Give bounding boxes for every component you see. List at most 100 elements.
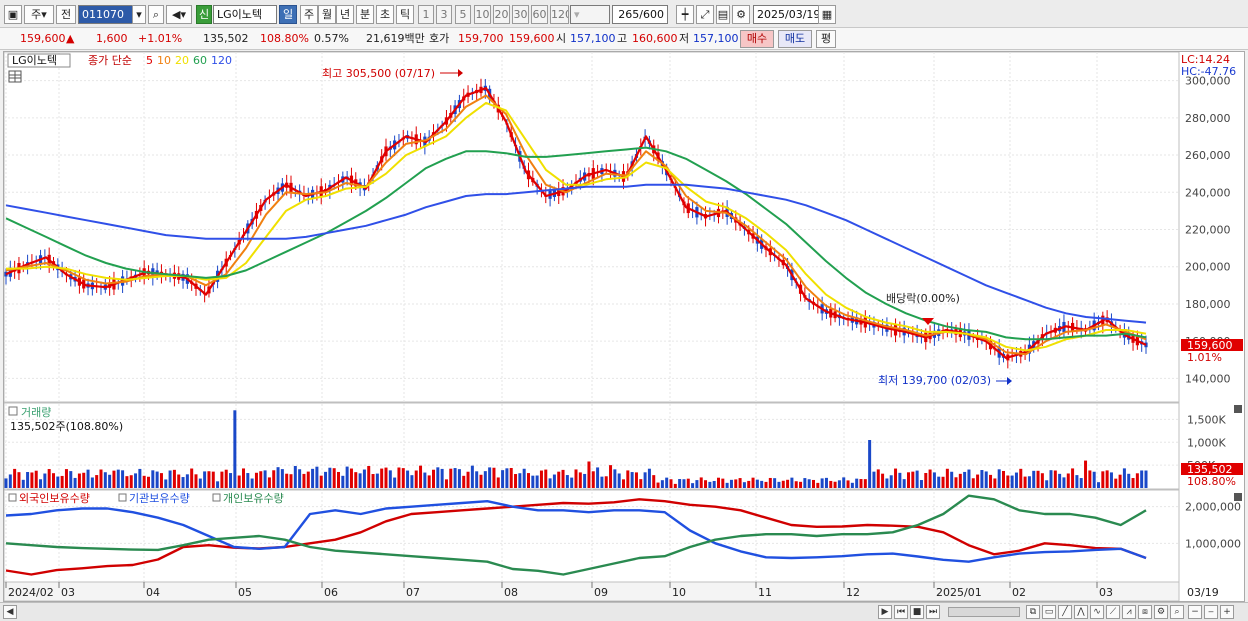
calendar-icon[interactable]: ▦: [818, 5, 836, 24]
zoom-minus-icon[interactable]: ‒: [1204, 605, 1218, 619]
average-button[interactable]: 평: [816, 30, 836, 48]
chart-window: ▣ 주▾ 전 011070 ▾ ⌕ ◀▾ 신 LG이노텍 ▾ 265/600 ┿…: [0, 0, 1248, 621]
open-price: 157,100: [570, 32, 616, 45]
price-y-tick: 200,000: [1185, 261, 1231, 274]
interval-button-20[interactable]: 20: [493, 5, 510, 24]
stop-icon[interactable]: ■: [910, 605, 924, 619]
period-tab-2[interactable]: 월: [318, 5, 336, 24]
window-menu-icon[interactable]: ▣: [4, 5, 22, 24]
x-axis-label: 03: [61, 586, 75, 599]
tool-wave-icon[interactable]: ∿: [1090, 605, 1104, 619]
holding-legend-icon[interactable]: [118, 493, 127, 502]
volume-current-pct: 108.80%: [1187, 475, 1236, 488]
price-y-tick: 240,000: [1185, 186, 1231, 199]
x-axis-label: 08: [504, 586, 518, 599]
high-annotation: 최고 305,500 (07/17): [322, 67, 435, 80]
tool-copy-icon[interactable]: ⧉: [1026, 605, 1040, 619]
ma-legend-20: 20: [175, 54, 189, 67]
buy-button[interactable]: 매수: [740, 30, 774, 48]
interval-button-1[interactable]: 1: [418, 5, 434, 24]
trade-amount: 21,619백만: [366, 32, 425, 45]
bottom-scrollbar[interactable]: ◀ ▶ ⏮ ■ ⏭ ⧉ ▭ ╱ ⋀ ∿ ⟋ ⩘ ⧈ ⚙ ⌕ − ‒ +: [0, 602, 1248, 621]
data-count-field[interactable]: 265/600: [612, 5, 668, 24]
tool-window-icon[interactable]: ▭: [1042, 605, 1056, 619]
code-dropdown-icon[interactable]: ▾: [132, 5, 146, 24]
change-percent: +1.01%: [138, 32, 183, 45]
x-axis-label: 11: [758, 586, 772, 599]
chart-area[interactable]: 1,500K1,000K500K 2,000,0001,000,000 300,…: [3, 51, 1245, 602]
volume-title: 거래량: [21, 406, 51, 419]
interval-button-5[interactable]: 5: [455, 5, 471, 24]
ask-price: 159,700: [458, 32, 504, 45]
tool-search-icon[interactable]: ⌕: [1170, 605, 1184, 619]
volume-panel-icon[interactable]: [8, 406, 18, 416]
save-icon[interactable]: ▤: [716, 5, 730, 24]
dividend-annotation: 배당락(0.00%): [886, 292, 960, 305]
volume-y-tick: 1,500K: [1187, 413, 1226, 426]
sound-icon[interactable]: ◀▾: [166, 5, 192, 24]
price-y-tick: 280,000: [1185, 112, 1231, 125]
turnover-rate: 0.57%: [314, 32, 349, 45]
volume-y-tick: 1,000K: [1187, 436, 1226, 449]
prev-button[interactable]: 전: [56, 5, 76, 24]
tool-settings-icon[interactable]: ⚙: [1154, 605, 1168, 619]
stock-code-input[interactable]: 011070: [78, 5, 136, 24]
tool-compare-icon[interactable]: ⧈: [1138, 605, 1152, 619]
x-axis-label: 07: [406, 586, 420, 599]
volume-close-icon[interactable]: [1234, 405, 1242, 413]
tool-line-icon[interactable]: ╱: [1058, 605, 1072, 619]
period-tab-5[interactable]: 초: [376, 5, 394, 24]
ma-legend-120: 120: [211, 54, 232, 67]
x-axis-label: 2024/02: [8, 586, 54, 599]
holding-legend-label: 기관보유수량: [129, 492, 190, 505]
low-label: 저: [679, 32, 690, 45]
sell-button[interactable]: 매도: [778, 30, 812, 48]
market-selector[interactable]: 주▾: [24, 5, 54, 24]
period-tab-0[interactable]: 일: [279, 5, 297, 24]
date-field[interactable]: 2025/03/19: [753, 5, 819, 24]
bid-price: 159,600: [509, 32, 555, 45]
candle-type-icon[interactable]: ┿: [676, 5, 694, 24]
tool-pattern-icon[interactable]: ⋀: [1074, 605, 1088, 619]
draw-tool-icon[interactable]: ⤢: [696, 5, 714, 24]
price-y-tick: 220,000: [1185, 224, 1231, 237]
interval-input[interactable]: ▾: [570, 5, 610, 24]
count-max: /600: [639, 8, 664, 21]
period-tab-6[interactable]: 틱: [396, 5, 414, 24]
interval-button-30[interactable]: 30: [512, 5, 529, 24]
scroll-track[interactable]: [948, 607, 1020, 617]
first-page-icon[interactable]: ⏮: [894, 605, 908, 619]
scroll-left-icon[interactable]: ◀: [3, 605, 17, 619]
period-tab-1[interactable]: 주: [300, 5, 318, 24]
x-axis-label: 04: [146, 586, 160, 599]
new-badge: 신: [196, 5, 212, 24]
scroll-right-icon[interactable]: ▶: [878, 605, 892, 619]
volume-value: 135,502: [203, 32, 249, 45]
period-tab-3[interactable]: 년: [336, 5, 354, 24]
zoom-in-icon[interactable]: +: [1220, 605, 1234, 619]
last-page-icon[interactable]: ⏭: [926, 605, 940, 619]
interval-button-120[interactable]: 120: [550, 5, 569, 24]
ma-legend-5: 5: [146, 54, 153, 67]
tool-zigzag-icon[interactable]: ⩘: [1122, 605, 1136, 619]
gear-icon[interactable]: ⚙: [732, 5, 750, 24]
price-y-tick: 140,000: [1185, 372, 1231, 385]
period-tab-4[interactable]: 분: [356, 5, 374, 24]
interval-button-10[interactable]: 10: [474, 5, 491, 24]
stock-name-field[interactable]: LG이노텍: [213, 5, 277, 24]
chart-svg[interactable]: 1,500K1,000K500K 2,000,0001,000,000 300,…: [3, 51, 1244, 602]
holding-close-icon[interactable]: [1234, 493, 1242, 501]
interval-button-3[interactable]: 3: [436, 5, 452, 24]
interval-button-60[interactable]: 60: [531, 5, 548, 24]
zoom-out-icon[interactable]: −: [1188, 605, 1202, 619]
volume-info: 135,502주(108.80%): [10, 420, 123, 433]
x-axis-label: 06: [324, 586, 338, 599]
price-y-tick: 260,000: [1185, 149, 1231, 162]
x-axis-label: 02: [1012, 586, 1026, 599]
tool-trend-icon[interactable]: ⟋: [1106, 605, 1120, 619]
search-icon[interactable]: ⌕: [148, 5, 164, 24]
holding-legend-icon[interactable]: [8, 493, 17, 502]
holding-legend-icon[interactable]: [212, 493, 221, 502]
count-value: 265: [618, 8, 640, 21]
bid-ask-label: 호가: [429, 32, 450, 45]
